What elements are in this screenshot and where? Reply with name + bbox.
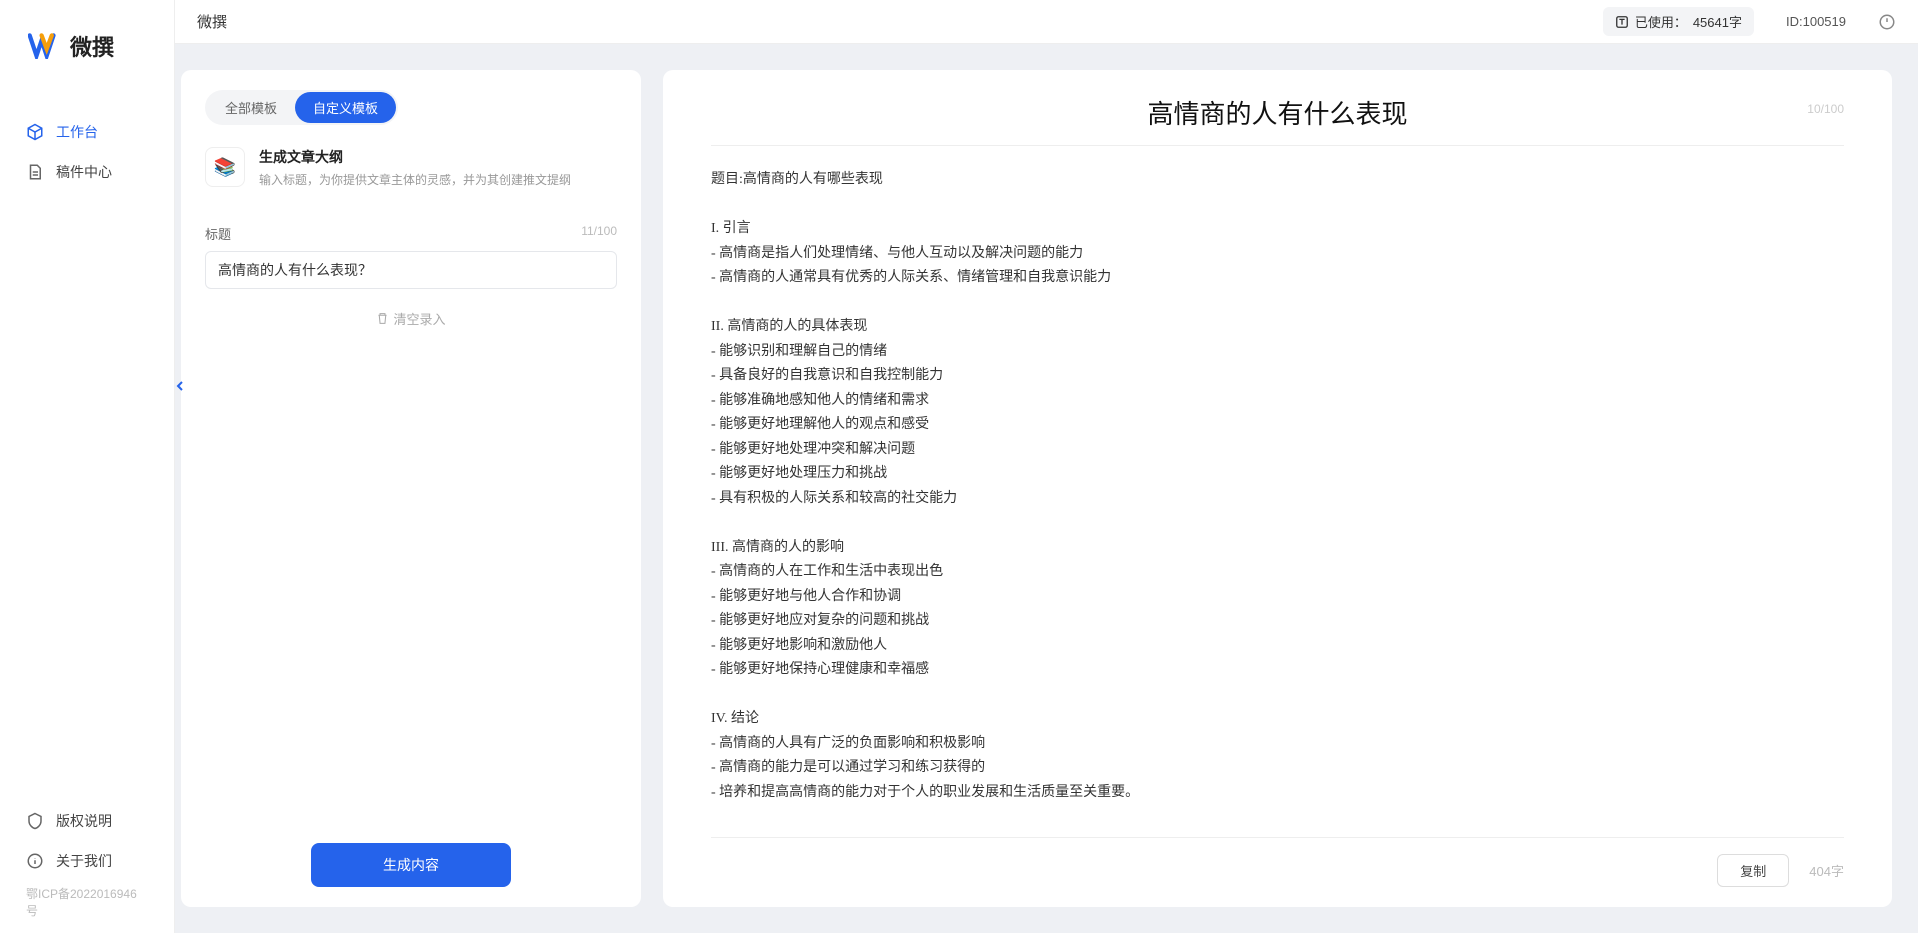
output-body[interactable]: 题目:高情商的人有哪些表现 I. 引言 - 高情商是指人们处理情绪、与他人互动以… [711, 168, 1844, 825]
books-icon: 📚 [214, 157, 236, 178]
logo-text: 微撰 [70, 30, 114, 62]
info-icon [26, 852, 44, 870]
shield-icon [26, 812, 44, 830]
tab-custom-templates[interactable]: 自定义模板 [295, 92, 396, 123]
output-title: 高情商的人有什么表现 [711, 94, 1844, 131]
power-button[interactable] [1878, 13, 1896, 31]
main: 微撰 已使用：45641字 ID:100519 全部模板 自定义模板 [175, 0, 1918, 933]
template-desc: 输入标题，为你提供文章主体的灵感，并为其创建推文提纲 [259, 171, 571, 188]
right-panel: 高情商的人有什么表现 10/100 题目:高情商的人有哪些表现 I. 引言 - … [663, 70, 1892, 907]
power-icon [1878, 13, 1896, 31]
cube-icon [26, 123, 44, 141]
sidebar-footer: 版权说明 关于我们 鄂ICP备2022016946号 [0, 801, 174, 933]
logo[interactable]: 微撰 [0, 0, 174, 92]
template-card: 📚 生成文章大纲 输入标题，为你提供文章主体的灵感，并为其创建推文提纲 [205, 147, 617, 188]
title-char-counter: 11/100 [581, 224, 617, 243]
footer-about[interactable]: 关于我们 [0, 841, 174, 881]
text-icon [1615, 15, 1629, 29]
footer-label: 版权说明 [56, 811, 112, 831]
generate-button[interactable]: 生成内容 [311, 843, 511, 887]
icp-text: 鄂ICP备2022016946号 [0, 881, 174, 923]
title-input[interactable] [205, 251, 617, 289]
nav-label: 稿件中心 [56, 162, 112, 182]
sidebar-collapse-handle[interactable] [174, 372, 186, 400]
title-field-label: 标题 [205, 224, 231, 243]
nav-workspace[interactable]: 工作台 [0, 112, 174, 152]
nav-label: 工作台 [56, 122, 98, 142]
sidebar: 微撰 工作台 稿件中心 版权说明 关于我们 鄂ICP备2022016946号 [0, 0, 175, 933]
copy-button[interactable]: 复制 [1717, 854, 1789, 887]
footer-label: 关于我们 [56, 851, 112, 871]
topbar: 微撰 已使用：45641字 ID:100519 [175, 0, 1918, 44]
document-icon [26, 163, 44, 181]
user-id: ID:100519 [1786, 14, 1846, 29]
tab-all-templates[interactable]: 全部模板 [207, 92, 295, 123]
logo-icon [28, 32, 62, 60]
left-panel: 全部模板 自定义模板 📚 生成文章大纲 输入标题，为你提供文章主体的灵感，并为其… [181, 70, 641, 907]
template-title: 生成文章大纲 [259, 147, 571, 167]
nav-list: 工作台 稿件中心 [0, 92, 174, 801]
clear-input-button[interactable]: 清空录入 [205, 309, 617, 328]
usage-chip[interactable]: 已使用：45641字 [1603, 7, 1754, 36]
template-icon: 📚 [205, 147, 245, 187]
output-word-count: 404字 [1809, 861, 1844, 880]
trash-icon [376, 312, 389, 325]
template-tabs: 全部模板 自定义模板 [205, 90, 398, 125]
output-title-counter: 10/100 [1807, 102, 1844, 116]
nav-drafts[interactable]: 稿件中心 [0, 152, 174, 192]
footer-copyright[interactable]: 版权说明 [0, 801, 174, 841]
topbar-title: 微撰 [197, 11, 227, 32]
